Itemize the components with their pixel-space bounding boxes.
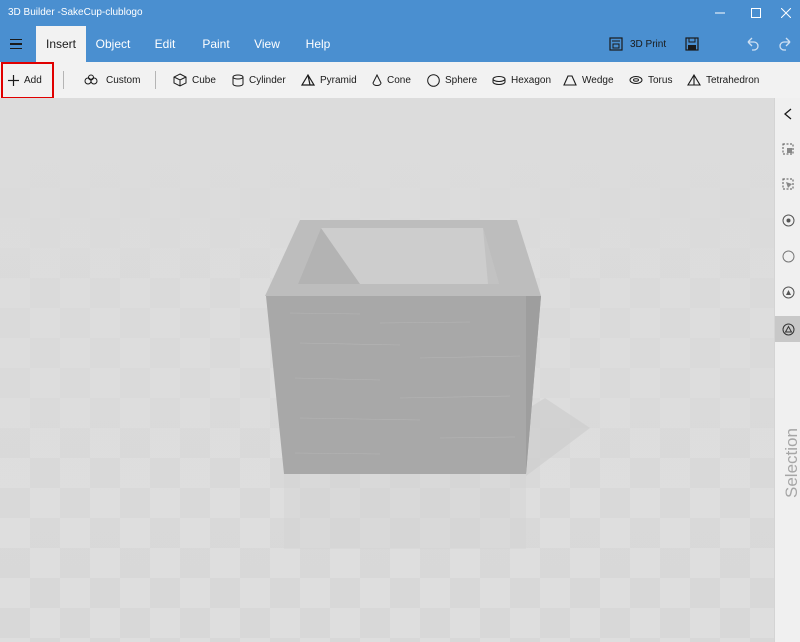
selection-sidebar [774, 98, 800, 642]
3d-print-button[interactable]: 3D Print [608, 26, 666, 62]
minimize-icon [715, 12, 725, 14]
wedge-label: Wedge [582, 74, 614, 86]
close-icon [781, 8, 791, 18]
3d-viewport[interactable] [0, 98, 774, 642]
hexagon-label: Hexagon [511, 74, 552, 86]
custom-button[interactable]: Custom [84, 62, 140, 98]
select-faces-mode-button[interactable] [775, 316, 800, 342]
tab-object[interactable]: Object [88, 26, 138, 62]
3d-print-label: 3D Print [630, 38, 667, 50]
wedge-icon [563, 75, 577, 86]
chevron-left-icon [783, 108, 792, 120]
hamburger-icon[interactable] [6, 34, 26, 54]
close-button[interactable] [768, 0, 800, 26]
scene [0, 98, 774, 642]
insert-ribbon: Add Custom Cube Cylinder Pyramid Cone Sp… [0, 62, 800, 98]
cylinder-icon [232, 74, 244, 86]
select-objects-icon [782, 143, 794, 155]
select-edges-icon [782, 286, 794, 298]
custom-shapes-icon [84, 74, 98, 85]
hexagon-button[interactable]: Hexagon [492, 62, 551, 98]
cone-label: Cone [387, 74, 411, 86]
3d-print-icon [609, 37, 623, 51]
pyramid-label: Pyramid [320, 74, 357, 86]
select-vertices-button[interactable] [775, 207, 800, 233]
title-bar: 3D Builder -SakeCup-clublogo [0, 0, 800, 26]
selection-label-text: Selection [782, 428, 800, 498]
select-faces-button[interactable] [775, 171, 800, 197]
select-faces-mode-icon [782, 323, 794, 335]
menu-bar: Insert Object Edit Paint View Help 3D Pr… [0, 26, 800, 62]
tetrahedron-icon [687, 74, 701, 86]
undo-button[interactable] [744, 26, 760, 62]
select-edges-button[interactable] [775, 279, 800, 305]
sake-cup-model[interactable] [265, 220, 541, 474]
cylinder-label: Cylinder [249, 74, 286, 86]
cube-label: Cube [192, 74, 216, 86]
select-faces-icon [782, 178, 794, 190]
cylinder-button[interactable]: Cylinder [232, 62, 286, 98]
select-objects-button[interactable] [775, 136, 800, 162]
select-all-button[interactable] [775, 243, 800, 269]
tab-view[interactable]: View [244, 26, 290, 62]
tab-help[interactable]: Help [296, 26, 340, 62]
torus-label: Torus [648, 74, 673, 86]
cone-icon [372, 73, 382, 86]
maximize-icon [751, 8, 761, 18]
undo-icon [747, 37, 759, 51]
window-title: 3D Builder -SakeCup-clublogo [8, 7, 143, 18]
pyramid-icon [301, 74, 315, 86]
ribbon-divider [63, 71, 64, 89]
custom-label: Custom [106, 74, 141, 86]
collapse-sidebar-button[interactable] [775, 101, 800, 127]
save-icon [685, 37, 699, 51]
save-button[interactable] [684, 26, 700, 62]
redo-icon [779, 37, 791, 51]
tab-edit[interactable]: Edit [143, 26, 187, 62]
select-vertices-icon [782, 214, 794, 226]
ribbon-divider [155, 71, 156, 89]
cube-button[interactable]: Cube [173, 62, 216, 98]
torus-button[interactable]: Torus [629, 62, 672, 98]
tab-insert[interactable]: Insert [36, 26, 86, 62]
cube-icon [173, 73, 187, 87]
minimize-button[interactable] [702, 0, 738, 26]
selection-label: Selection [782, 428, 800, 498]
cone-button[interactable]: Cone [372, 62, 411, 98]
tab-paint[interactable]: Paint [192, 26, 240, 62]
pyramid-button[interactable]: Pyramid [301, 62, 357, 98]
select-all-icon [782, 250, 794, 262]
wedge-button[interactable]: Wedge [563, 62, 614, 98]
torus-icon [629, 76, 643, 84]
hexagon-icon [492, 75, 506, 85]
tetrahedron-button[interactable]: Tetrahedron [687, 62, 759, 98]
model-reflection [284, 474, 526, 549]
sphere-label: Sphere [445, 74, 478, 86]
redo-button[interactable] [778, 26, 794, 62]
sphere-button[interactable]: Sphere [427, 62, 477, 98]
tetrahedron-label: Tetrahedron [706, 74, 760, 86]
sphere-icon [427, 73, 440, 87]
add-button-highlight [1, 62, 54, 99]
